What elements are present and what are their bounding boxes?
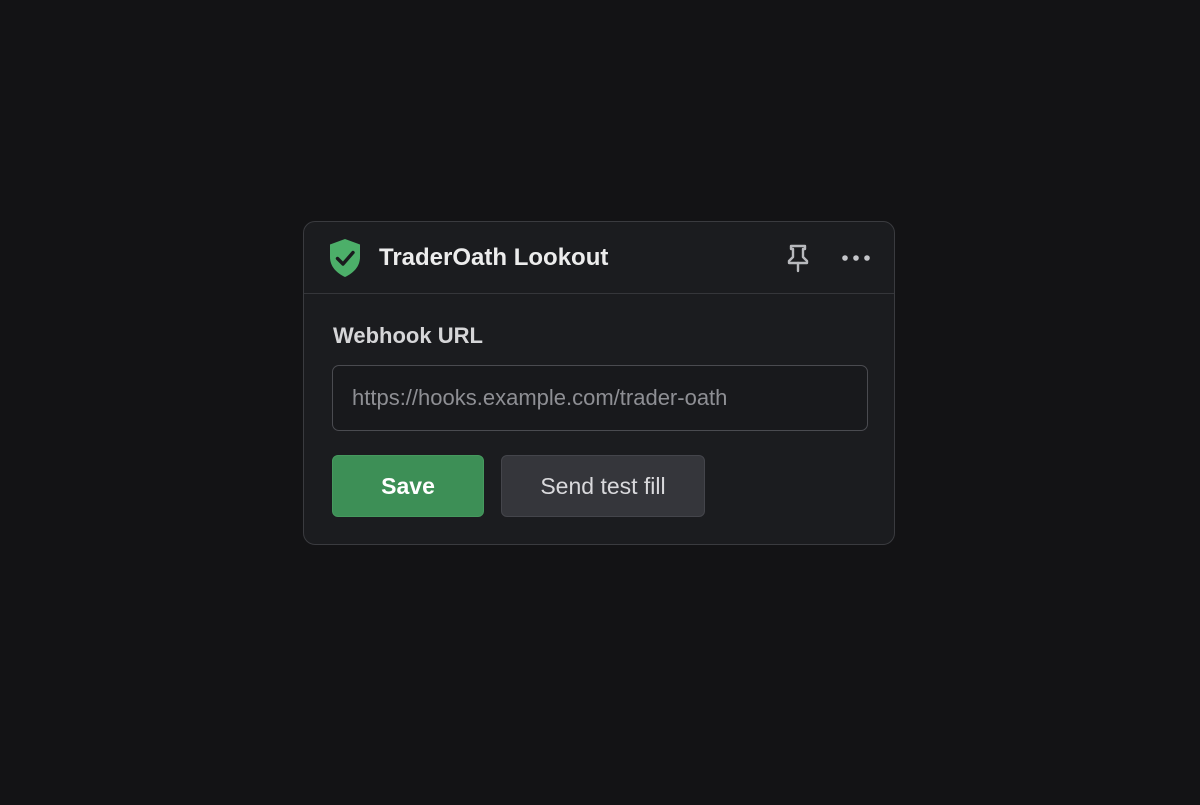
- webhook-settings-card: TraderOath Lookout Webhook URL Save Send…: [303, 221, 895, 545]
- page-background: TraderOath Lookout Webhook URL Save Send…: [0, 0, 1200, 805]
- send-test-fill-button[interactable]: Send test fill: [501, 455, 705, 517]
- webhook-url-input[interactable]: [332, 365, 868, 431]
- shield-check-icon: [330, 239, 360, 277]
- more-horizontal-icon[interactable]: [838, 245, 874, 271]
- app-title: TraderOath Lookout: [379, 244, 609, 271]
- save-button[interactable]: Save: [332, 455, 484, 517]
- card-header: TraderOath Lookout: [304, 222, 894, 294]
- pin-icon[interactable]: [784, 243, 812, 273]
- webhook-url-label: Webhook URL: [333, 323, 483, 348]
